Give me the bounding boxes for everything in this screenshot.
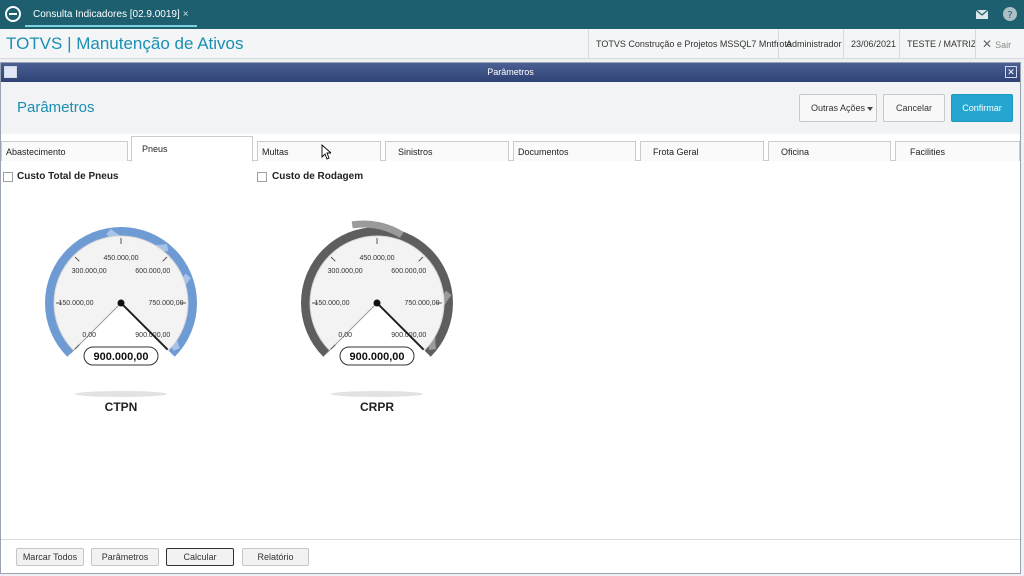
gauge-tick-label: 300.000,00 (72, 268, 107, 275)
dialog-header: Parâmetros ✕ (1, 63, 1020, 82)
window-icon (4, 66, 17, 78)
cancel-button[interactable]: Cancelar (883, 94, 945, 122)
gauge-tick-label: 0,00 (338, 332, 352, 339)
dialog-window-title: Parâmetros (487, 67, 534, 77)
exit-label: Sair (995, 40, 1012, 50)
calculate-button[interactable]: Calcular (166, 548, 234, 566)
tab-close-icon[interactable]: × (183, 9, 189, 20)
gauge-tick-label: 300.000,00 (328, 268, 363, 275)
date-info[interactable]: 23/06/2021 (843, 29, 903, 59)
confirm-button[interactable]: Confirmar (951, 94, 1013, 122)
top-app-bar: Consulta Indicadores [02.9.0019] × ? (0, 0, 1024, 29)
tab-documentos[interactable]: Documentos (513, 141, 636, 161)
other-actions-button[interactable]: Outras Ações (799, 94, 877, 122)
report-button[interactable]: Relatório (242, 548, 309, 566)
gauge-value-text: 900.000,00 (93, 351, 148, 363)
gauge-tick-label: 150.000,00 (314, 300, 349, 307)
tab-label: Consulta Indicadores [02.9.0019] (33, 9, 180, 20)
branch-info[interactable]: TESTE / MATRIZ (899, 29, 983, 59)
dialog-close-icon[interactable]: ✕ (1005, 66, 1017, 78)
tab-oficina[interactable]: Oficina (768, 141, 891, 161)
tab-frota-geral[interactable]: Frota Geral (640, 141, 764, 161)
gauge-tick-label: 450.000,00 (359, 255, 394, 262)
tab-consulta-indicadores[interactable]: Consulta Indicadores [02.9.0019] × (25, 2, 197, 27)
tab-abastecimento[interactable]: Abastecimento (1, 141, 128, 161)
tab-sinistros[interactable]: Sinistros (385, 141, 509, 161)
tab-facilities[interactable]: Facilities (895, 141, 1020, 161)
tab-bar: Abastecimento Pneus Multas Sinistros Doc… (1, 136, 1020, 162)
app-title: TOTVS | Manutenção de Ativos (6, 34, 244, 53)
gauge-needle-hub (117, 299, 125, 307)
company-info[interactable]: TOTVS Construção e Projetos MSSQL7 Mntfr… (588, 29, 799, 59)
gauge-tick-label: 600.000,00 (135, 268, 170, 275)
mouse-cursor-icon (321, 144, 331, 160)
other-actions-label: Outras Ações (810, 103, 866, 113)
close-icon: ✕ (982, 37, 993, 51)
dialog-toolbar: Parâmetros Outras Ações Cancelar Confirm… (1, 82, 1020, 134)
gauge-value-text: 900.000,00 (349, 351, 404, 363)
crpr-gauge: 0,00 150.000,00 300.000,00 450.000,00 600.00… (301, 220, 453, 397)
crpr-checkbox[interactable] (257, 172, 267, 182)
ctpn-gauge: 0,00 150.000,00 300.000,00 450.000,00 600.00… (45, 227, 197, 397)
gauge-tick-label: 150.000,00 (58, 300, 93, 307)
totvs-logo-icon[interactable] (4, 5, 22, 23)
gauge-shadow (75, 391, 167, 397)
gauge-tick-label: 0,00 (82, 332, 96, 339)
gauge-shadow (331, 391, 423, 397)
ctpn-checkbox[interactable] (3, 172, 13, 182)
mark-all-button[interactable]: Marcar Todos (16, 548, 84, 566)
parametros-dialog: Parâmetros ✕ Parâmetros Outras Ações Can… (0, 62, 1021, 574)
gauge-tick-label: 450.000,00 (103, 255, 138, 262)
title-bar: TOTVS | Manutenção de Ativos TOTVS Const… (0, 29, 1024, 59)
exit-button[interactable]: ✕ Sair (975, 29, 1024, 59)
dialog-heading: Parâmetros (17, 99, 95, 116)
help-icon[interactable]: ? (1002, 6, 1018, 22)
gauge-needle-hub (373, 299, 381, 307)
dialog-footer: Marcar Todos Parâmetros Calcular Relatór… (1, 539, 1020, 573)
svg-text:?: ? (1007, 10, 1012, 21)
mail-icon[interactable] (974, 6, 990, 22)
ctpn-checkbox-label[interactable]: Custo Total de Pneus (17, 171, 119, 182)
tab-pneus[interactable]: Pneus (131, 136, 253, 162)
crpr-checkbox-label[interactable]: Custo de Rodagem (272, 171, 363, 182)
gauge-tick-label: 600.000,00 (391, 268, 426, 275)
gauge-tick-label: 750.000,00 (404, 300, 439, 307)
tab-multas[interactable]: Multas (257, 141, 381, 161)
user-info[interactable]: Administrador (778, 29, 849, 59)
parameters-button[interactable]: Parâmetros (91, 548, 159, 566)
ctpn-gauge-label: CTPN (104, 400, 138, 414)
gauge-tick-label: 750.000,00 (148, 300, 183, 307)
chevron-down-icon (867, 107, 873, 111)
crpr-gauge-label: CRPR (359, 400, 394, 414)
